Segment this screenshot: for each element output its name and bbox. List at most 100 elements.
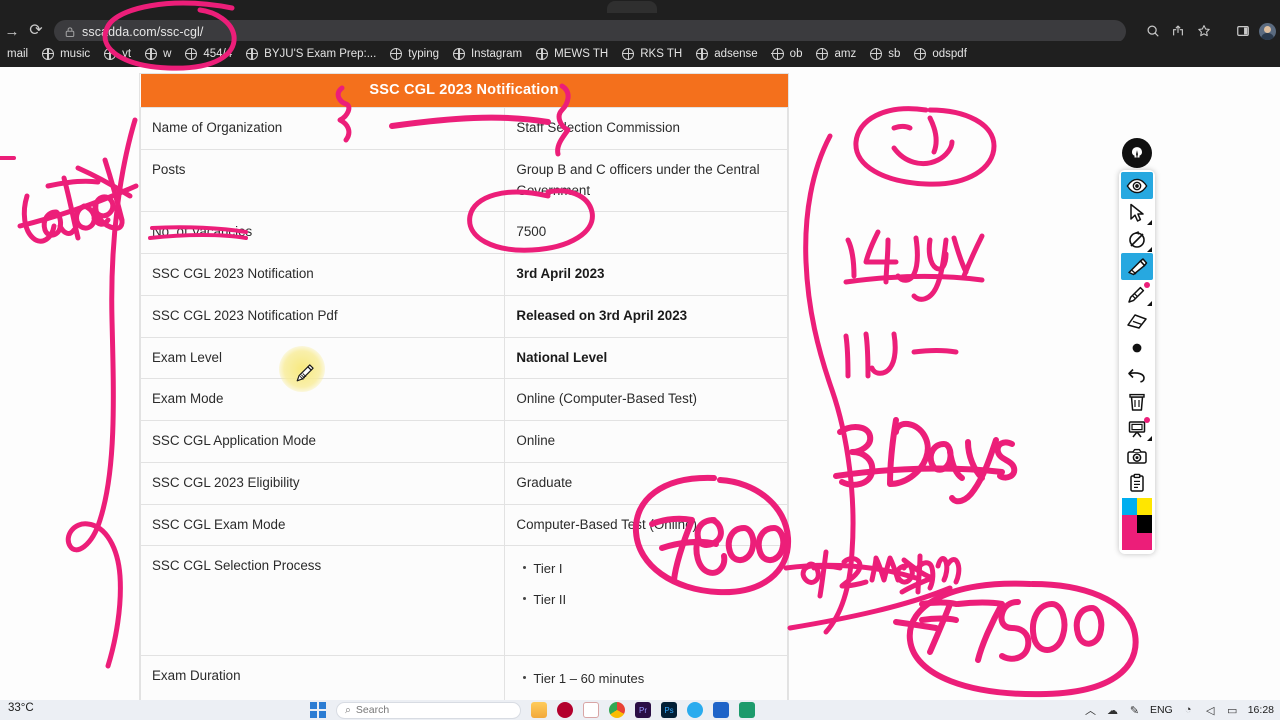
globe-icon <box>695 47 709 60</box>
profile-avatar[interactable] <box>1259 23 1276 40</box>
wifi-icon[interactable]: ◔ <box>1182 704 1195 717</box>
table-cell-value: Released on 3rd April 2023 <box>504 294 788 338</box>
bookmark-label: MEWS TH <box>554 48 609 60</box>
bookmark-item[interactable]: RKS TH <box>615 41 689 67</box>
color-swatch-yellow[interactable] <box>1137 498 1152 516</box>
taskbar-app-photoshop[interactable]: Ps <box>661 702 677 718</box>
visibility-toggle-button[interactable] <box>1121 172 1153 199</box>
highlighter-tool-button[interactable] <box>1121 253 1153 280</box>
bookmark-item[interactable]: Instagram <box>446 41 529 67</box>
taskbar-app-snipping-tool[interactable] <box>583 702 599 718</box>
taskbar-search-placeholder: Search <box>355 704 390 716</box>
bookmark-item[interactable]: ob <box>765 41 810 67</box>
cursor-tool-button[interactable] <box>1121 199 1153 226</box>
pen-color-indicator <box>1144 282 1150 288</box>
browser-tab-active[interactable] <box>607 1 657 13</box>
share-icon[interactable] <box>1168 21 1188 41</box>
whiteboard-indicator <box>1144 417 1150 423</box>
taskbar-app-premiere-pro[interactable]: Pr <box>635 702 651 718</box>
color-swatch-cyan[interactable] <box>1122 498 1137 516</box>
thickness-tool-button[interactable] <box>1121 334 1153 361</box>
bookmark-item[interactable]: odspdf <box>907 41 974 67</box>
bookmark-item[interactable]: typing <box>383 41 446 67</box>
epicpen-toolbar <box>1119 170 1155 554</box>
taskbar-search-box[interactable]: ⌕ Search <box>336 701 521 719</box>
tray-pen-icon[interactable]: ✎ <box>1128 704 1141 717</box>
bookmark-item[interactable]: sb <box>863 41 907 67</box>
table-row: Posts Group B and C officers under the Ce… <box>139 148 788 213</box>
taskbar-app-vlc[interactable] <box>713 702 729 718</box>
taskbar-app-opera[interactable] <box>557 702 573 718</box>
bookmark-item[interactable]: w <box>138 41 178 67</box>
color-palette[interactable] <box>1122 498 1152 550</box>
color-swatch-magenta[interactable] <box>1122 515 1137 533</box>
bookmark-label: sb <box>888 48 901 60</box>
bookmark-label: Instagram <box>470 48 523 60</box>
screenshot-button[interactable] <box>1121 442 1153 469</box>
table-cell-label: SSC CGL 2023 Notification <box>139 253 506 296</box>
weather-widget[interactable]: 33°C <box>8 702 34 714</box>
taskbar-app-chrome[interactable] <box>609 702 625 718</box>
list-item: Tier 1 – 60 minutes <box>523 666 776 696</box>
battery-icon[interactable]: ▭ <box>1226 704 1239 717</box>
bookmark-label: 454/4 <box>203 48 233 60</box>
whiteboard-button[interactable] <box>1121 415 1153 442</box>
taskbar-app-telegram[interactable] <box>687 702 703 718</box>
clipboard-icon <box>1130 473 1144 492</box>
bookmark-label: BYJU'S Exam Prep:... <box>264 48 377 60</box>
taskbar-app-file-explorer[interactable] <box>531 702 547 718</box>
globe-icon <box>913 47 927 60</box>
side-panel-icon[interactable] <box>1233 21 1253 41</box>
reload-button[interactable]: ⟳ <box>26 21 46 41</box>
tray-chevron-icon[interactable]: ︿ <box>1084 704 1097 717</box>
clipboard-button[interactable] <box>1121 469 1153 496</box>
bookmark-item[interactable]: yt <box>97 41 138 67</box>
globe-icon <box>389 47 403 60</box>
forward-button[interactable]: → <box>2 21 22 41</box>
search-icon[interactable] <box>1143 21 1163 41</box>
language-indicator[interactable]: ENG <box>1150 704 1173 716</box>
globe-icon <box>816 47 829 60</box>
eraser-tool-button[interactable] <box>1121 307 1153 334</box>
start-button[interactable] <box>310 702 326 718</box>
bookmark-item[interactable]: amz <box>809 41 863 67</box>
tool-expand-corner[interactable] <box>1147 301 1152 306</box>
tab-strip <box>0 0 1280 13</box>
bookmark-item[interactable]: MEWS TH <box>529 41 615 67</box>
tool-expand-corner[interactable] <box>1147 220 1152 225</box>
bookmarks-bar: mail music yt w 454/4 BYJU'S Exam Prep:... typ… <box>0 41 1280 67</box>
bookmark-label: mail <box>7 48 29 60</box>
table-cell-value: 3rd April 2023 <box>504 253 788 296</box>
table-cell-label: Exam Mode <box>139 378 506 422</box>
shapes-tool-button[interactable] <box>1121 226 1153 253</box>
table-cell-value: Staff Selection Commission <box>504 107 788 150</box>
bookmark-label: w <box>163 48 172 60</box>
bookmark-star-icon[interactable] <box>1194 21 1214 41</box>
taskbar-app-excel[interactable] <box>739 702 755 718</box>
epicpen-logo-icon[interactable] <box>1122 138 1152 168</box>
tray-onedrive-icon[interactable]: ☁ <box>1106 704 1119 717</box>
volume-icon[interactable]: ◁ <box>1204 704 1217 717</box>
tool-expand-corner[interactable] <box>1147 247 1152 252</box>
site-info-icon[interactable] <box>64 26 76 38</box>
color-swatch-selected[interactable] <box>1122 532 1152 550</box>
table-row: SSC CGL 2023 Notification Pdf Released on… <box>139 294 788 338</box>
bookmark-item[interactable]: BYJU'S Exam Prep:... <box>239 41 383 67</box>
bookmark-item[interactable]: mail <box>0 41 35 67</box>
pen-tool-button[interactable] <box>1121 280 1153 307</box>
windows-taskbar: 33°C ⌕ Search Pr Ps ︿ ☁ ✎ ENG ◔ ◁ ▭ 16:2… <box>0 700 1280 720</box>
highlighter-icon <box>1128 257 1148 275</box>
globe-icon <box>452 47 465 60</box>
web-page-content: SSC CGL 2023 Notification Name of Organi… <box>0 67 1280 720</box>
clear-all-button[interactable] <box>1121 388 1153 415</box>
clock[interactable]: 16:28 <box>1248 704 1274 716</box>
tool-expand-corner[interactable] <box>1147 436 1152 441</box>
bookmark-label: music <box>60 48 91 60</box>
table-cell-value: Online (Computer-Based Test) <box>504 378 788 422</box>
undo-button[interactable] <box>1121 361 1153 388</box>
bookmark-item[interactable]: adsense <box>689 41 764 67</box>
bookmark-item[interactable]: music <box>35 41 97 67</box>
bookmark-item[interactable]: 454/4 <box>178 41 239 67</box>
color-swatch-black[interactable] <box>1137 515 1152 533</box>
address-bar[interactable]: sscadda.com/ssc-cgl/ <box>54 20 1126 43</box>
